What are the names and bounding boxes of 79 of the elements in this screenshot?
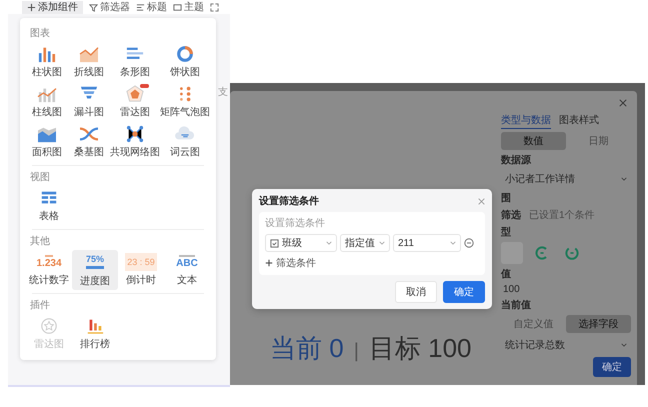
section-label: 设置筛选条件 [265,216,326,230]
component-item[interactable]: 柱状图 [26,42,68,82]
close-icon[interactable] [478,198,485,204]
component-item[interactable]: 面积图 [26,122,68,162]
fullscreen-icon[interactable] [210,2,219,12]
field-label: 数据源 [501,154,532,167]
component-item[interactable]: 75% 进度图 [72,250,118,290]
settings-tab[interactable]: 图表样式 [559,113,599,129]
field-label: 型 [501,226,512,239]
lines-icon [136,2,145,12]
operator-select[interactable]: 指定值 [340,234,390,252]
component-item[interactable]: 表格 [26,186,72,226]
section-title: 其他 [30,234,50,248]
toolbar-button[interactable]: 主题 [173,0,204,14]
add-component-button[interactable]: 添加组件 [22,0,83,14]
separator-text: | [354,340,359,363]
section-title: 视图 [30,170,50,184]
component-item[interactable]: 柱线图 [26,82,68,122]
current-mode-option[interactable]: 选择字段 [566,315,631,333]
filter-mode-text: 筛选 [501,208,521,222]
toolbar-button[interactable]: 筛选器 [89,0,130,14]
field-label: 围 [501,192,512,205]
component-item[interactable]: 1.234 统计数字 [26,250,72,290]
target-value: 100 [502,284,521,295]
current-field-select[interactable]: 统计记录总数 [501,336,631,354]
chevron-icon [379,241,385,245]
chevron-icon [621,343,627,347]
current-value-text: 当前 0 [270,332,344,365]
checkbox-field-icon [270,238,279,248]
network-icon [124,125,146,143]
component-item[interactable]: ABC 文本 [164,250,210,290]
component-item[interactable]: 条形图 [110,42,160,82]
square-icon [173,2,182,12]
chevron-icon [450,241,456,245]
component-item[interactable]: 饼状图 [160,42,210,82]
component-item[interactable]: 折线图 [68,42,110,82]
section-title: 图表 [30,26,50,40]
crossing-lines-icon [78,125,100,143]
component-item[interactable]: 词云图 [160,122,210,162]
gauge-icon [564,245,580,261]
target-value-text: 目标 100 [368,332,472,365]
remove-icon[interactable] [464,238,474,248]
new-badge [140,84,149,88]
field-label: 值 [501,268,512,281]
chevron-icon [621,177,627,181]
radar-chart-icon [124,85,146,103]
dialog-title: 设置筛选条件 [259,194,319,208]
component-item[interactable]: 漏斗图 [68,82,110,122]
text-preview: ABC [176,253,198,271]
confirm-button[interactable]: 确定 [593,357,631,377]
cut-text: 支 [218,86,228,99]
plus-icon [265,259,273,267]
section-title: 插件 [30,299,50,312]
component-item[interactable]: 矩阵气泡图 [160,82,210,122]
toolbar-button[interactable]: 标题 [136,0,167,14]
progress-preview: 75% [86,252,104,270]
close-icon[interactable] [619,99,627,107]
countdown-preview: 23 : 59 [125,253,157,271]
component-item[interactable]: 23 : 59 倒计时 [118,250,164,290]
component-item[interactable]: 排行榜 [72,314,118,354]
field-label: 当前值 [501,298,532,312]
chevron-icon [326,241,332,245]
filter-icon [89,2,98,12]
add-condition-button[interactable]: 筛选条件 [265,256,316,270]
cancel-button[interactable]: 取消 [395,281,437,303]
bar-chart-icon [36,45,58,63]
donut-chart-icon [174,45,196,63]
component-item[interactable]: 桑基图 [68,122,110,162]
confirm-button[interactable]: 确定 [443,281,485,303]
component-item[interactable]: 共现网络图 [110,122,160,162]
area-chart-icon [36,125,58,143]
component-item[interactable]: 雷达图 [110,82,160,122]
plus-icon [27,2,36,12]
value-type-option[interactable]: 数值 [501,132,566,150]
value-select[interactable]: 211 [393,234,461,252]
data-source-select[interactable]: 小记者工作详情 [501,170,631,188]
field-select[interactable]: 班级 [265,234,337,252]
line-chart-icon [78,45,100,63]
number-preview: 1.234 [36,253,62,271]
